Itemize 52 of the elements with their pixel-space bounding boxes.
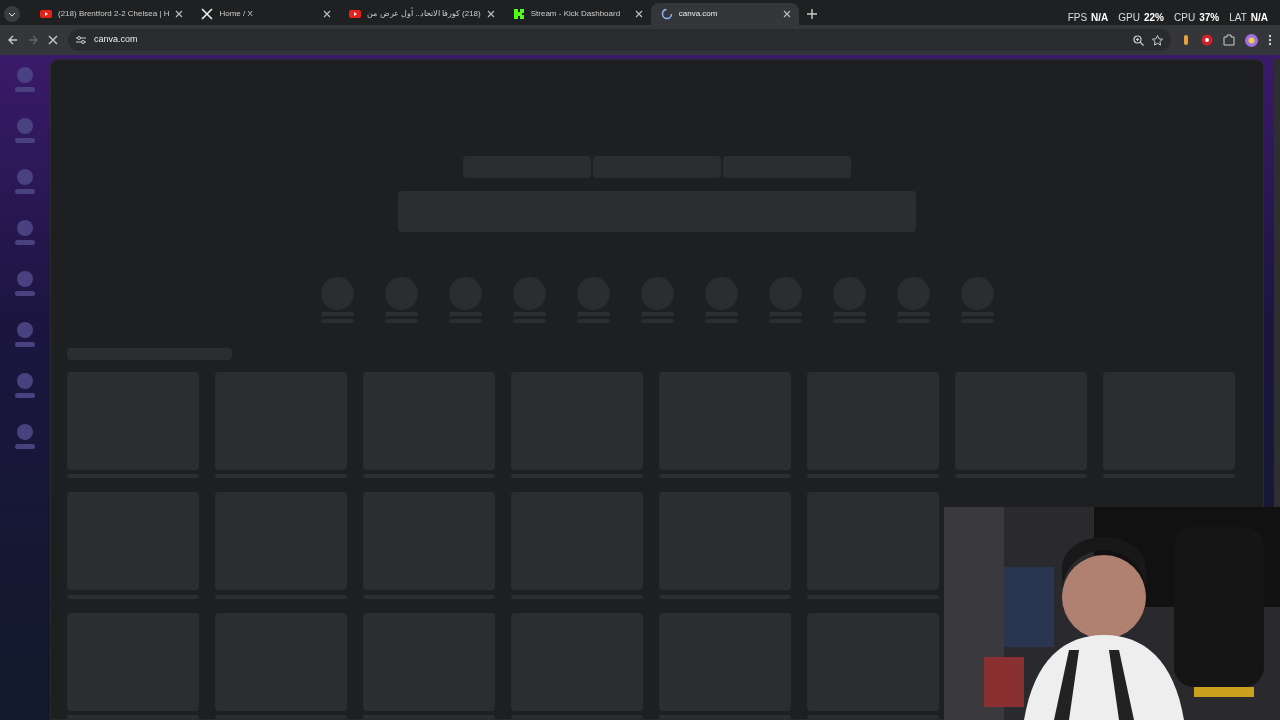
close-icon[interactable] xyxy=(486,10,495,18)
skeleton-placeholder xyxy=(15,342,35,347)
youtube-icon xyxy=(40,8,52,20)
stat-value: 22% xyxy=(1144,11,1164,25)
close-icon[interactable] xyxy=(634,10,643,18)
stat-value: N/A xyxy=(1091,11,1109,25)
skeleton-placeholder xyxy=(15,444,35,449)
back-icon[interactable] xyxy=(8,35,18,45)
site-settings-icon[interactable] xyxy=(76,35,86,45)
stat-value: 37% xyxy=(1199,11,1220,25)
skeleton-placeholder xyxy=(15,240,35,245)
menu-icon[interactable] xyxy=(1268,34,1272,46)
close-icon[interactable] xyxy=(175,10,184,18)
skeleton-placeholder xyxy=(17,67,33,83)
zoom-icon[interactable] xyxy=(1133,34,1144,46)
puzzle-icon[interactable] xyxy=(1223,34,1235,46)
skeleton-placeholder xyxy=(17,424,33,440)
skeleton-placeholder xyxy=(17,322,33,338)
browser-tab[interactable]: (218) كورفا الاتحاد.. أول عرض من xyxy=(339,3,503,25)
kick-logo-icon xyxy=(512,8,525,20)
stat-value: N/A xyxy=(1250,11,1268,25)
star-icon[interactable] xyxy=(1152,34,1163,46)
close-icon[interactable] xyxy=(782,10,791,18)
stat-label: CPU xyxy=(1174,11,1196,25)
browser-tab[interactable]: Stream - Kick Dashboard xyxy=(502,3,651,25)
skeleton-placeholder xyxy=(15,393,35,398)
profile-avatar-icon[interactable] xyxy=(1245,33,1258,47)
skeleton-placeholder xyxy=(15,138,35,143)
browser-tab[interactable]: canva.com xyxy=(650,3,799,25)
stat-label: GPU xyxy=(1118,11,1140,25)
stat-label: FPS xyxy=(1067,11,1088,25)
skeleton-placeholder xyxy=(15,87,35,92)
x-logo-icon xyxy=(201,8,214,20)
skeleton-placeholder xyxy=(17,271,33,287)
browser-tab[interactable]: Home / X xyxy=(191,3,340,25)
address-bar[interactable]: canva.com xyxy=(68,29,1171,51)
new-tab-icon[interactable] xyxy=(806,9,817,19)
extension-icon[interactable] xyxy=(1181,34,1191,46)
skeleton-placeholder xyxy=(17,373,33,389)
loading-spinner-icon xyxy=(660,8,673,20)
extension-icon[interactable] xyxy=(1201,34,1213,46)
tab-list-icon[interactable] xyxy=(4,6,20,22)
skeleton-placeholder xyxy=(17,220,33,236)
skeleton-placeholder xyxy=(15,291,35,296)
stop-icon[interactable] xyxy=(48,35,58,45)
stat-label: LAT xyxy=(1229,11,1247,25)
skeleton-placeholder xyxy=(17,118,33,134)
skeleton-placeholder xyxy=(17,169,33,185)
skeleton-placeholder xyxy=(15,189,35,194)
browser-tab[interactable]: (218) Brentford 2-2 Chelsea | H xyxy=(30,3,192,25)
youtube-icon xyxy=(349,8,362,20)
close-icon[interactable] xyxy=(323,10,332,18)
